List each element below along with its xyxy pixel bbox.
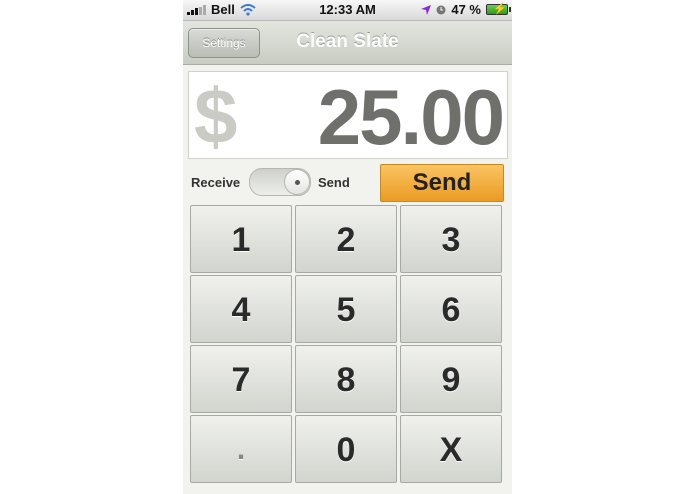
key-7[interactable]: 7 (190, 345, 292, 413)
receive-label: Receive (191, 175, 241, 190)
key-8[interactable]: 8 (295, 345, 397, 413)
key-6[interactable]: 6 (400, 275, 502, 343)
toggle-knob[interactable] (284, 169, 310, 195)
location-arrow-icon (421, 4, 432, 15)
key-3[interactable]: 3 (400, 205, 502, 273)
currency-symbol: $ (194, 72, 238, 160)
key-clear[interactable]: X (400, 415, 502, 483)
navigation-bar: Settings Clean Slate (183, 21, 512, 65)
receive-send-toggle[interactable] (249, 168, 311, 196)
status-bar: Bell 12:33 AM 47 % ⚡ (183, 0, 512, 21)
key-0[interactable]: 0 (295, 415, 397, 483)
key-decimal[interactable]: . (190, 415, 292, 483)
clock-icon (436, 5, 446, 14)
key-9[interactable]: 9 (400, 345, 502, 413)
key-5[interactable]: 5 (295, 275, 397, 343)
amount-display: $ 25.00 (188, 71, 508, 159)
send-button[interactable]: Send (380, 164, 504, 202)
battery-percent: 47 % (451, 2, 481, 17)
battery-icon: ⚡ (486, 3, 511, 15)
numeric-keypad: 1 2 3 4 5 6 7 8 9 . 0 X (190, 205, 504, 483)
send-mode-label: Send (318, 175, 350, 190)
key-2[interactable]: 2 (295, 205, 397, 273)
app-screen: Bell 12:33 AM 47 % ⚡ Settings Clean Slat… (183, 0, 512, 494)
amount-value: 25.00 (317, 73, 505, 161)
status-right-group: 47 % ⚡ (421, 2, 511, 17)
key-1[interactable]: 1 (190, 205, 292, 273)
page-title: Clean Slate (296, 31, 399, 52)
key-4[interactable]: 4 (190, 275, 292, 343)
